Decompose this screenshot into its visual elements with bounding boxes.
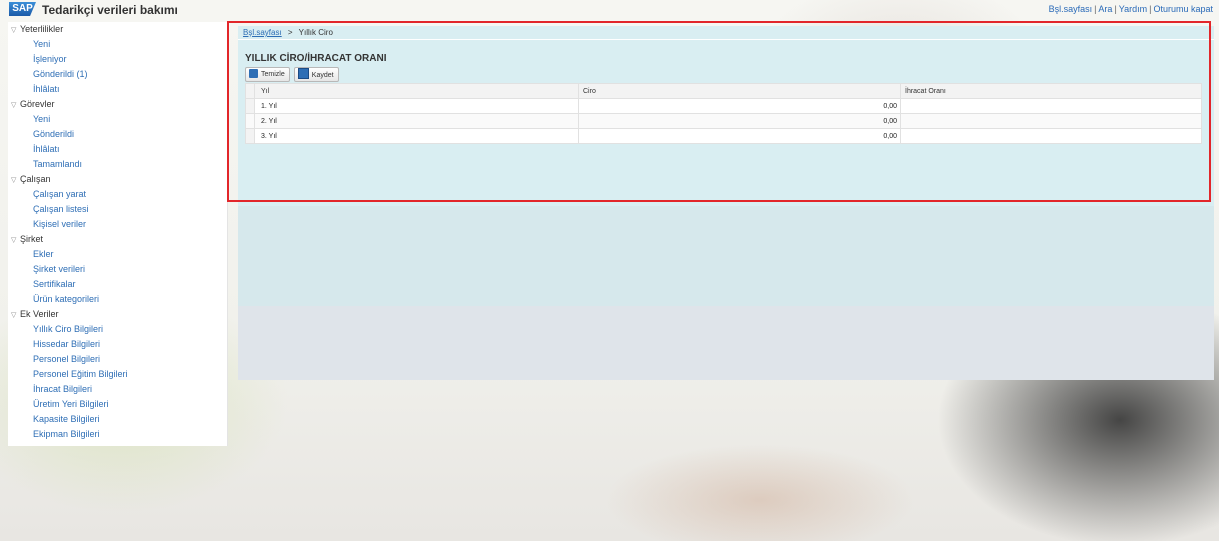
collapse-triangle-icon: ▽ — [11, 102, 17, 109]
sidebar-item-completed[interactable]: Tamamlandı — [8, 157, 227, 172]
sidebar-item-product-categories[interactable]: Ürün kategorileri — [8, 292, 227, 307]
row-selector[interactable] — [245, 113, 255, 129]
sidebar-item-production-site[interactable]: Üretim Yeri Bilgileri — [8, 397, 227, 412]
sidebar-item-violations[interactable]: İhlâlatı — [8, 82, 227, 97]
revenue-cell[interactable]: 0,00 — [578, 98, 901, 114]
divider — [238, 39, 1214, 40]
help-link[interactable]: Yardım — [1119, 4, 1147, 14]
nav-group-label: Ek Veriler — [20, 309, 59, 319]
sidebar-item-personal-data[interactable]: Kişisel veriler — [8, 217, 227, 232]
row-selector[interactable] — [245, 128, 255, 144]
home-link[interactable]: Bşl.sayfası — [1049, 4, 1093, 14]
sidebar-item-certificates[interactable]: Sertifikalar — [8, 277, 227, 292]
row-selector[interactable] — [245, 98, 255, 114]
logout-link[interactable]: Oturumu kapat — [1153, 4, 1213, 14]
clear-button-label: Temizle — [261, 71, 285, 78]
sidebar-item-new[interactable]: Yeni — [8, 37, 227, 52]
row-selector-header[interactable] — [245, 83, 255, 99]
sidebar-item-attachments[interactable]: Ekler — [8, 247, 227, 262]
sidebar-item-company-data[interactable]: Şirket verileri — [8, 262, 227, 277]
sidebar-item-shareholders[interactable]: Hissedar Bilgileri — [8, 337, 227, 352]
nav-group-header[interactable]: ▽ Şirket — [8, 232, 227, 247]
column-header-revenue[interactable]: Ciro — [578, 83, 901, 99]
sap-logo: SAP — [9, 2, 36, 16]
sidebar-item-personnel-training[interactable]: Personel Eğitim Bilgileri — [8, 367, 227, 382]
link-separator: | — [1149, 4, 1152, 14]
content-panel: Bşl.sayfası > Yıllık Ciro YILLIK CİRO/İH… — [238, 26, 1214, 380]
sidebar-item-capacity[interactable]: Kapasite Bilgileri — [8, 412, 227, 427]
link-separator: | — [1114, 4, 1117, 14]
save-icon — [297, 68, 309, 79]
header-bar: SAP Tedarikçi verileri bakımı Bşl.sayfas… — [0, 0, 1219, 18]
year-cell: 2. Yıl — [254, 113, 579, 129]
collapse-triangle-icon: ▽ — [11, 312, 17, 319]
nav-group-header[interactable]: ▽ Çalışan — [8, 172, 227, 187]
sidebar: ▽ Yeterlilikler Yeni İşleniyor Gönderildi… — [8, 22, 228, 446]
revenue-table: Yıl Ciro İhracat Oranı 1. Yıl 0,00 2. Yı… — [245, 83, 1202, 144]
breadcrumb-home-link[interactable]: Bşl.sayfası — [243, 28, 282, 37]
nav-group-qualifications: ▽ Yeterlilikler Yeni İşleniyor Gönderildi… — [8, 22, 227, 97]
sidebar-item-in-process[interactable]: İşleniyor — [8, 52, 227, 67]
sidebar-item-sent[interactable]: Gönderildi — [8, 127, 227, 142]
nav-group-label: Şirket — [20, 234, 44, 244]
sidebar-item-equipment[interactable]: Ekipman Bilgileri — [8, 427, 227, 442]
nav-group-header[interactable]: ▽ Görevler — [8, 97, 227, 112]
export-ratio-cell[interactable] — [900, 98, 1202, 114]
trash-icon — [249, 69, 258, 78]
save-button-label: Kaydet — [311, 72, 334, 79]
table-header-row: Yıl Ciro İhracat Oranı — [245, 83, 1202, 99]
revenue-cell[interactable]: 0,00 — [578, 113, 901, 129]
nav-group-tasks: ▽ Görevler Yeni Gönderildi İhlâlatı Tamam… — [8, 97, 227, 172]
sidebar-item-create-employee[interactable]: Çalışan yarat — [8, 187, 227, 202]
year-cell: 1. Yıl — [254, 98, 579, 114]
column-header-export-ratio[interactable]: İhracat Oranı — [900, 83, 1202, 99]
panel-band — [238, 206, 1214, 306]
revenue-cell[interactable]: 0,00 — [578, 128, 901, 144]
top-links: Bşl.sayfası | Ara | Yardım | Oturumu kapat — [1049, 4, 1213, 14]
column-header-year[interactable]: Yıl — [254, 83, 579, 99]
export-ratio-cell[interactable] — [900, 128, 1202, 144]
nav-group-company: ▽ Şirket Ekler Şirket verileri Sertifikal… — [8, 232, 227, 307]
sidebar-item-sent[interactable]: Gönderildi (1) — [8, 67, 227, 82]
search-link[interactable]: Ara — [1098, 4, 1112, 14]
collapse-triangle-icon: ▽ — [11, 177, 17, 184]
toolbar: Temizle Kaydet — [245, 67, 340, 82]
sidebar-item-employee-list[interactable]: Çalışan listesi — [8, 202, 227, 217]
page-title: YILLIK CİRO/İHRACAT ORANI — [245, 53, 387, 64]
table-row: 3. Yıl 0,00 — [245, 128, 1202, 144]
nav-group-label: Yeterlilikler — [20, 24, 64, 34]
breadcrumb: Bşl.sayfası > Yıllık Ciro — [243, 28, 333, 38]
sidebar-item-annual-revenue[interactable]: Yıllık Ciro Bilgileri — [8, 322, 227, 337]
nav-group-employee: ▽ Çalışan Çalışan yarat Çalışan listesi K… — [8, 172, 227, 232]
collapse-triangle-icon: ▽ — [11, 237, 17, 244]
year-cell: 3. Yıl — [254, 128, 579, 144]
table-row: 2. Yıl 0,00 — [245, 113, 1202, 129]
clear-button[interactable]: Temizle — [245, 67, 290, 82]
table-row: 1. Yıl 0,00 — [245, 98, 1202, 114]
sidebar-item-new[interactable]: Yeni — [8, 112, 227, 127]
save-button[interactable]: Kaydet — [293, 67, 339, 82]
breadcrumb-separator: > — [287, 28, 293, 37]
sidebar-item-export[interactable]: İhracat Bilgileri — [8, 382, 227, 397]
app-title: Tedarikçi verileri bakımı — [42, 3, 178, 17]
collapse-triangle-icon: ▽ — [11, 27, 17, 34]
link-separator: | — [1094, 4, 1097, 14]
nav-group-label: Görevler — [20, 99, 55, 109]
sidebar-item-personnel[interactable]: Personel Bilgileri — [8, 352, 227, 367]
sidebar-item-violations[interactable]: İhlâlatı — [8, 142, 227, 157]
nav-group-additional-data: ▽ Ek Veriler Yıllık Ciro Bilgileri Hissed… — [8, 307, 227, 442]
nav-group-header[interactable]: ▽ Yeterlilikler — [8, 22, 227, 37]
breadcrumb-current: Yıllık Ciro — [298, 28, 333, 37]
nav-group-header[interactable]: ▽ Ek Veriler — [8, 307, 227, 322]
panel-band — [238, 306, 1214, 380]
export-ratio-cell[interactable] — [900, 113, 1202, 129]
nav-group-label: Çalışan — [20, 174, 51, 184]
